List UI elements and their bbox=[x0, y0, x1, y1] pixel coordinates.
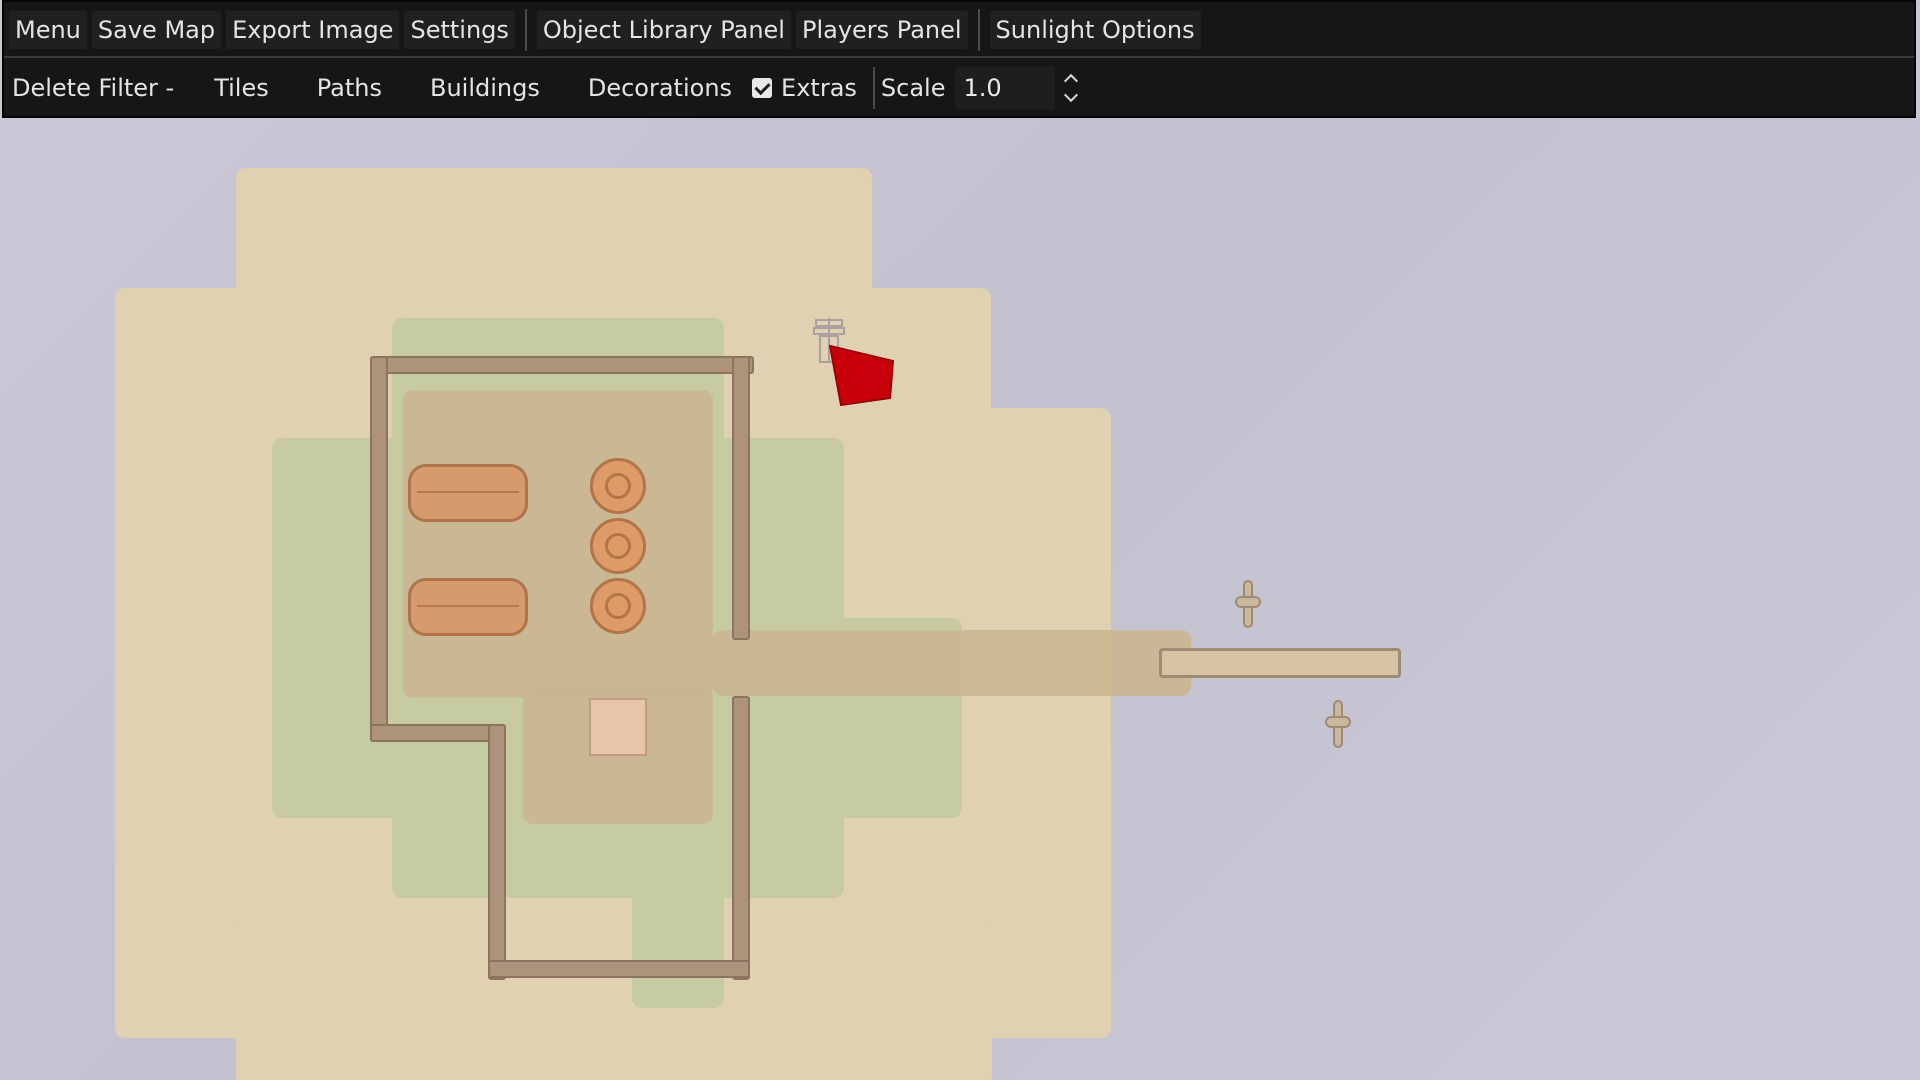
scale-input[interactable]: 1.0 bbox=[955, 65, 1056, 110]
filter-tiles-button[interactable]: Tiles bbox=[214, 73, 269, 103]
menu-separator bbox=[524, 9, 527, 51]
chevron-up-icon[interactable] bbox=[1059, 68, 1083, 88]
barrel[interactable] bbox=[590, 458, 646, 514]
stone-wall bbox=[732, 696, 750, 980]
barrel[interactable] bbox=[590, 518, 646, 574]
bridge-post[interactable] bbox=[1235, 580, 1261, 628]
bridge-post[interactable] bbox=[1325, 700, 1351, 748]
menu-bar: Menu Save Map Export Image Settings Obje… bbox=[4, 4, 1914, 58]
filter-paths-button[interactable]: Paths bbox=[317, 73, 382, 103]
road-path bbox=[713, 630, 1191, 696]
red-player-marker-icon[interactable] bbox=[825, 342, 897, 414]
menu-separator bbox=[977, 9, 980, 51]
save-map-button[interactable]: Save Map bbox=[91, 11, 222, 49]
players-panel-button[interactable]: Players Panel bbox=[795, 11, 968, 49]
stone-wall bbox=[488, 960, 750, 978]
stone-wall bbox=[370, 356, 754, 374]
extras-toggle[interactable]: Extras bbox=[752, 73, 857, 103]
wooden-bridge[interactable] bbox=[1159, 648, 1401, 678]
object-library-panel-button[interactable]: Object Library Panel bbox=[536, 11, 791, 49]
chevron-down-icon[interactable] bbox=[1059, 88, 1083, 108]
stone-wall bbox=[732, 356, 750, 640]
sunlight-options-button[interactable]: Sunlight Options bbox=[989, 11, 1201, 49]
checkmark-icon[interactable] bbox=[752, 77, 773, 98]
filter-buildings-button[interactable]: Buildings bbox=[430, 73, 540, 103]
scale-spinner bbox=[1059, 68, 1083, 108]
export-image-button[interactable]: Export Image bbox=[226, 11, 400, 49]
filter-bar: Delete Filter - Tiles Paths Buildings De… bbox=[4, 59, 1914, 116]
barrel[interactable] bbox=[590, 578, 646, 634]
delete-filter-label: Delete Filter - bbox=[12, 73, 175, 102]
filter-decorations-button[interactable]: Decorations bbox=[588, 73, 732, 103]
stone-wall bbox=[370, 724, 506, 742]
extras-label: Extras bbox=[781, 73, 857, 102]
scale-label: Scale bbox=[880, 73, 946, 102]
editor-toolbar: Menu Save Map Export Image Settings Obje… bbox=[2, 0, 1916, 118]
filter-separator bbox=[872, 66, 875, 109]
wooden-crate[interactable] bbox=[408, 464, 528, 522]
map-canvas[interactable] bbox=[0, 118, 1920, 1080]
settings-button[interactable]: Settings bbox=[404, 11, 515, 49]
stone-wall bbox=[370, 356, 388, 742]
grass-tile bbox=[632, 858, 724, 1008]
menu-button[interactable]: Menu bbox=[9, 11, 87, 49]
supply-box[interactable] bbox=[589, 698, 647, 756]
stone-wall bbox=[488, 724, 506, 980]
courtyard-floor bbox=[403, 390, 713, 698]
sand-tile bbox=[236, 918, 992, 1080]
wooden-crate[interactable] bbox=[408, 578, 528, 636]
